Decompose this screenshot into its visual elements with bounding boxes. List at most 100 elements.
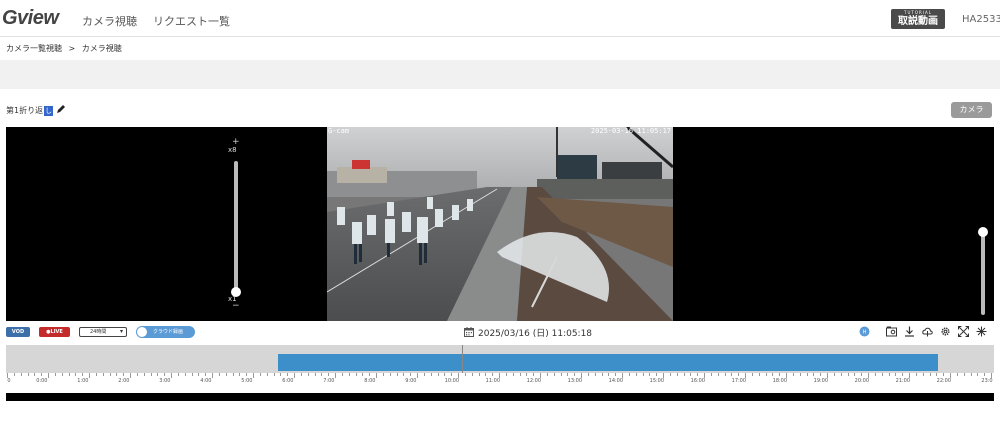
hd-icon[interactable]: H [859, 326, 870, 337]
timeline-tick [669, 373, 671, 376]
bottom-bar [6, 393, 994, 401]
timeline-cursor[interactable] [461, 345, 463, 373]
settings-icon[interactable] [940, 326, 951, 337]
timeline-tick [116, 373, 118, 376]
timeline-hour-label: 13:00 [567, 378, 583, 384]
timeline-hour-label: 11:00 [485, 378, 501, 384]
timeline-tick [232, 373, 234, 376]
timeline-tick [307, 373, 309, 376]
video-frame[interactable]: G-cam 2025-03-16 11:05:17 [327, 127, 673, 321]
zoom-track[interactable] [234, 161, 238, 291]
timeline-tick [833, 373, 835, 376]
tutorial-video-button[interactable]: TUTORIAL 取説動画 [891, 9, 945, 29]
nav-camera-view[interactable]: カメラ視聴 [82, 13, 137, 29]
gview-logo[interactable]: Gview [2, 7, 59, 30]
timeline-tick [505, 373, 507, 376]
timeline-tick [922, 373, 924, 376]
timeline-hour-label: 16:00 [690, 378, 706, 384]
timeline-hour-label: 22:00 [936, 378, 952, 384]
current-datetime[interactable]: 2025/03/16 (日) 11:05:18 [464, 326, 592, 339]
account-id[interactable]: HA2533 [962, 14, 1000, 25]
timeline-tick [20, 373, 22, 376]
timeline-tick [683, 373, 685, 376]
timeline-tick [519, 373, 521, 376]
timeline-tick [410, 373, 412, 376]
timeline-hour-label: 0:00 [36, 378, 48, 384]
timeline-ticks: 0 0:00 1:00 2:00 3:00 4:00 5:00 6:00 7:00 8:00 9:0… [6, 373, 994, 387]
recording-timeline[interactable] [6, 345, 994, 373]
timeline-tick [642, 373, 644, 376]
timeline-tick [567, 373, 569, 376]
fullscreen-icon[interactable] [958, 326, 969, 337]
vod-button[interactable]: VOD [6, 327, 30, 337]
timeline-tick [676, 373, 678, 376]
download-icon[interactable] [904, 326, 915, 337]
timeline-tick [779, 373, 781, 376]
timeline-tick [984, 373, 986, 376]
zoom-out-icon[interactable]: − [232, 301, 240, 311]
timeline-tick [751, 373, 753, 376]
live-button[interactable]: ●LIVE [39, 327, 70, 337]
timeline-tick [328, 373, 330, 376]
timeline-tick [628, 373, 630, 376]
timeline-tick [690, 373, 692, 376]
pencil-icon[interactable] [56, 103, 66, 114]
timeline-tick [294, 373, 295, 378]
cloud-recording-toggle[interactable]: クラウド録画 [136, 326, 195, 338]
timeline-hour-label: 1:00 [77, 378, 89, 384]
timeline-tick [478, 373, 480, 376]
timeline-tick [608, 373, 610, 376]
timeline-tick [341, 373, 343, 376]
timeline-tick [184, 373, 186, 376]
timeline-tick [649, 373, 651, 376]
timeline-hour-label: 5:00 [241, 378, 253, 384]
breadcrumb-camera-list[interactable]: カメラ一覧視聴 [6, 44, 62, 53]
timeline-tick [48, 373, 49, 378]
timeline-hour-label: 8:00 [364, 378, 376, 384]
nav-request-list[interactable]: リクエスト一覧 [153, 13, 230, 29]
timeline-tick [164, 373, 166, 376]
timeline-hour-label: 0 [7, 378, 11, 384]
volume-slider[interactable] [978, 227, 988, 315]
camera-name-cursor: し [44, 105, 54, 116]
camera-button[interactable]: カメラ [951, 102, 992, 118]
timeline-hour-label: 18:00 [772, 378, 788, 384]
osd-timestamp: 2025-03-16 11:05:17 [590, 127, 671, 135]
timeline-tick [731, 373, 733, 376]
timeline-tick [287, 373, 289, 376]
time-range-select[interactable]: 24時間 ▾ [79, 327, 127, 337]
snapshot-icon[interactable] [886, 326, 897, 337]
tutorial-big-label: 取説動画 [898, 16, 938, 27]
timeline-hour-label: 7:00 [323, 378, 335, 384]
timeline-tick [82, 373, 84, 376]
timeline-tick [369, 373, 371, 376]
timeline-tick [813, 373, 815, 376]
timeline-hour-label: 17:00 [731, 378, 747, 384]
timeline-tick [697, 373, 699, 376]
calendar-icon[interactable] [464, 327, 474, 337]
timeline-tick [321, 373, 323, 376]
volume-track[interactable] [981, 231, 985, 315]
timeline-tick [123, 373, 125, 376]
timeline-tick [177, 373, 179, 376]
timeline-tick [171, 373, 172, 378]
zoom-slider[interactable]: + x8 x1 − [228, 137, 244, 311]
video-player[interactable]: G-cam 2025-03-16 11:05:17 + x8 x1 − [6, 127, 994, 321]
player-controls: VOD ●LIVE 24時間 ▾ クラウド録画 2025/03/16 (日) 1… [0, 324, 1000, 342]
extra-icon[interactable] [976, 326, 987, 337]
camera-feed-image [327, 127, 673, 321]
timeline-tick [130, 373, 131, 378]
timeline-tick [485, 373, 487, 376]
timeline-tick [266, 373, 268, 376]
volume-handle[interactable] [978, 227, 988, 237]
recorded-segment[interactable] [277, 354, 938, 371]
timeline-tick [977, 373, 979, 376]
zoom-max-label: x8 [228, 146, 237, 154]
timeline-tick [198, 373, 200, 376]
camera-name[interactable]: 第1折り返し [6, 105, 54, 116]
timeline-tick [437, 373, 439, 376]
cloud-icon[interactable] [922, 326, 933, 337]
timeline-tick [888, 373, 890, 376]
timeline-tick [963, 373, 965, 376]
timeline-tick [601, 373, 603, 376]
